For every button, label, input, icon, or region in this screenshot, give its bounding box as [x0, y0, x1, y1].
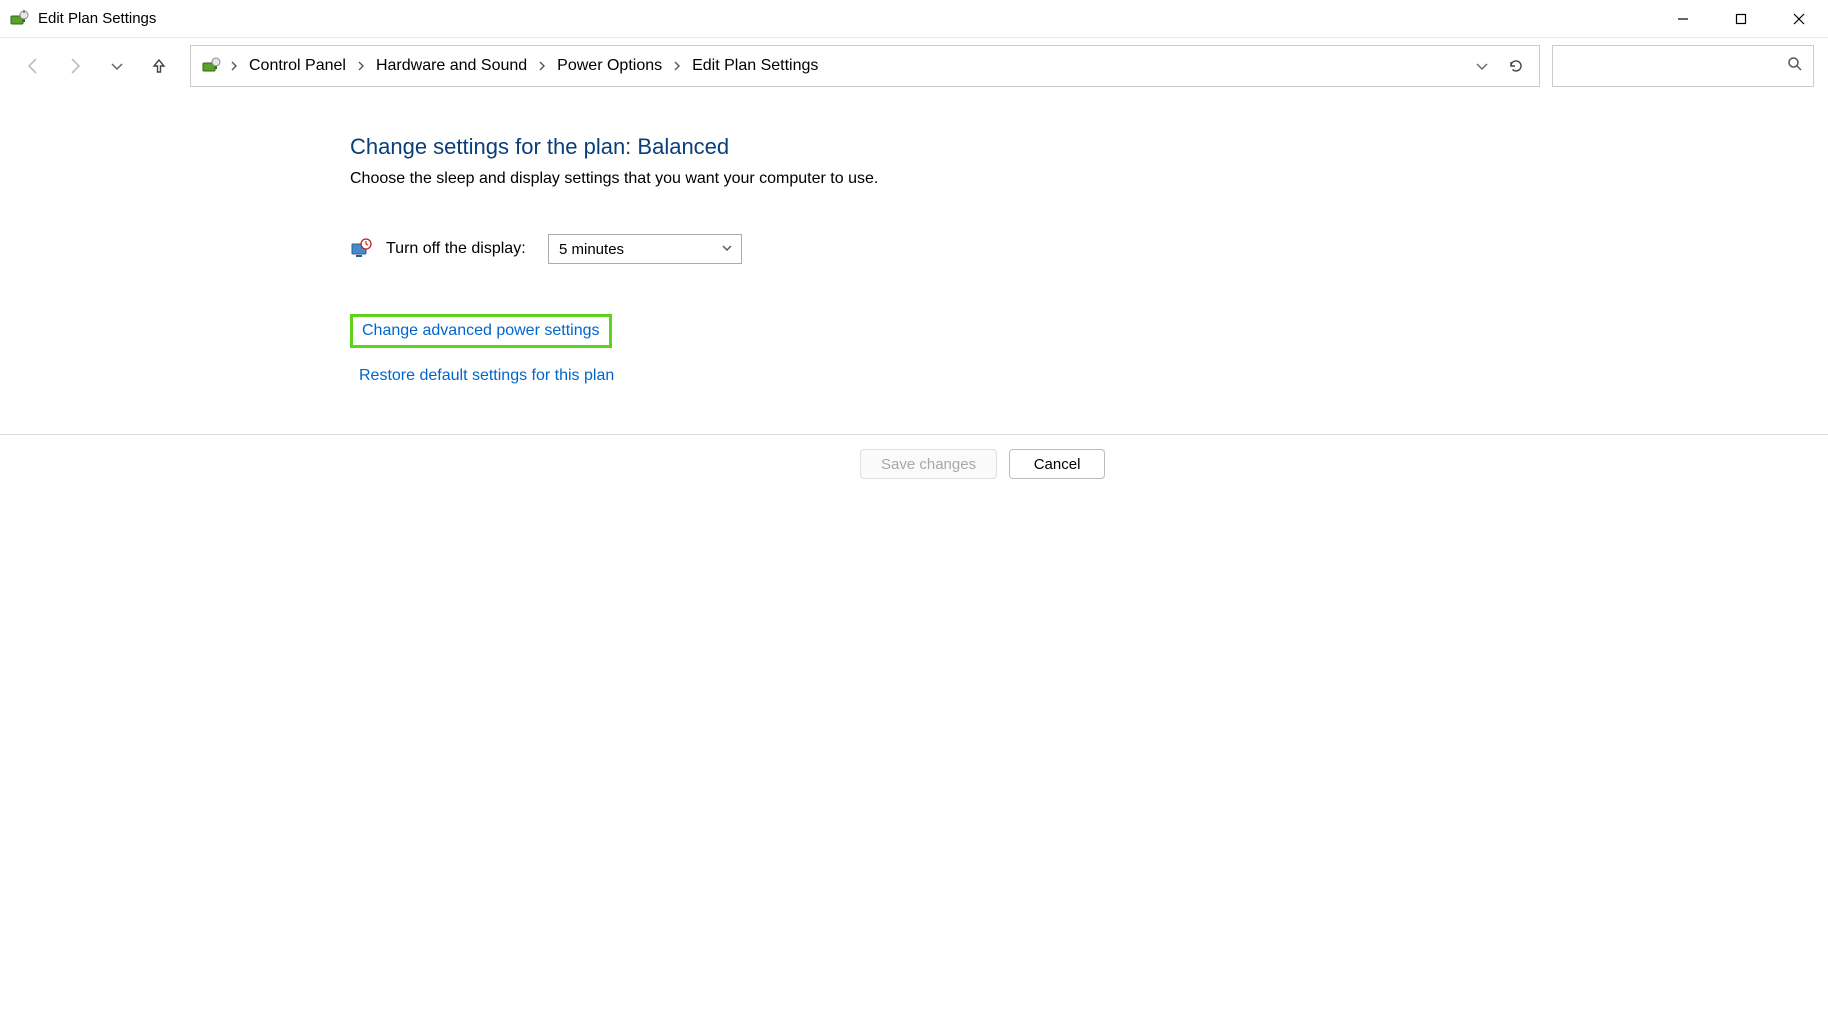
- chevron-right-icon[interactable]: [227, 59, 241, 74]
- refresh-button[interactable]: [1499, 49, 1533, 83]
- chevron-right-icon[interactable]: [354, 59, 368, 74]
- display-off-label: Turn off the display:: [386, 240, 534, 258]
- chevron-right-icon[interactable]: [535, 59, 549, 74]
- cancel-button[interactable]: Cancel: [1009, 449, 1105, 479]
- back-button[interactable]: [14, 47, 52, 85]
- chevron-right-icon[interactable]: [670, 59, 684, 74]
- search-icon[interactable]: [1787, 56, 1803, 76]
- titlebar: Edit Plan Settings: [0, 0, 1828, 38]
- breadcrumb-power-options[interactable]: Power Options: [549, 53, 670, 79]
- recent-dropdown-button[interactable]: [98, 47, 136, 85]
- control-panel-icon: [201, 55, 223, 77]
- restore-defaults-link[interactable]: Restore default settings for this plan: [350, 362, 623, 390]
- forward-button[interactable]: [56, 47, 94, 85]
- window-title: Edit Plan Settings: [38, 10, 156, 27]
- display-off-dropdown[interactable]: 5 minutes: [548, 234, 742, 264]
- breadcrumb-control-panel[interactable]: Control Panel: [241, 53, 354, 79]
- minimize-button[interactable]: [1654, 0, 1712, 38]
- button-row: Save changes Cancel: [0, 435, 1828, 479]
- address-bar[interactable]: Control Panel Hardware and Sound Power O…: [190, 45, 1540, 87]
- display-off-value: 5 minutes: [559, 241, 624, 258]
- monitor-clock-icon: [350, 238, 372, 260]
- search-box[interactable]: [1552, 45, 1814, 87]
- address-dropdown-button[interactable]: [1465, 49, 1499, 83]
- content: Change settings for the plan: Balanced C…: [0, 94, 1828, 1025]
- save-changes-button[interactable]: Save changes: [860, 449, 997, 479]
- page-subtext: Choose the sleep and display settings th…: [350, 170, 1828, 188]
- up-button[interactable]: [140, 47, 178, 85]
- chevron-down-icon: [721, 242, 733, 257]
- maximize-button[interactable]: [1712, 0, 1770, 38]
- page-heading: Change settings for the plan: Balanced: [350, 134, 1828, 160]
- close-button[interactable]: [1770, 0, 1828, 38]
- change-advanced-link[interactable]: Change advanced power settings: [350, 314, 612, 348]
- battery-plug-icon: [10, 9, 30, 29]
- search-input[interactable]: [1563, 46, 1787, 86]
- nav-row: Control Panel Hardware and Sound Power O…: [0, 38, 1828, 94]
- breadcrumb-edit-plan-settings[interactable]: Edit Plan Settings: [684, 53, 826, 79]
- breadcrumb-hardware-and-sound[interactable]: Hardware and Sound: [368, 53, 535, 79]
- display-off-row: Turn off the display: 5 minutes: [350, 234, 1828, 264]
